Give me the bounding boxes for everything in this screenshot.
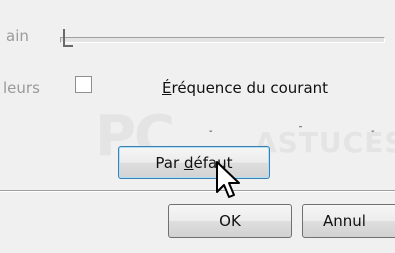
frequency-tick: - bbox=[209, 126, 213, 137]
frequency-tick: - bbox=[371, 126, 375, 137]
dialog-footer: OK Annul bbox=[0, 192, 395, 253]
frequence-label-text: réquence du courant bbox=[171, 79, 329, 97]
gain-slider-thumb-foot bbox=[63, 45, 73, 47]
frequency-tick: ˉ bbox=[298, 126, 303, 137]
settings-area: PC ASTUCES ain leurs Éréquence du couran… bbox=[0, 0, 395, 190]
default-button[interactable]: Par d éfaut bbox=[118, 146, 270, 179]
frequence-label: Éréquence du courant bbox=[162, 79, 328, 97]
arrow-cursor-icon bbox=[216, 161, 240, 198]
default-button-accelerator: d bbox=[183, 153, 194, 172]
gain-label: ain bbox=[6, 27, 29, 45]
cancel-button[interactable]: Annul bbox=[302, 204, 395, 238]
video-settings-dialog: PC ASTUCES ain leurs Éréquence du couran… bbox=[0, 0, 395, 253]
gain-slider-thumb[interactable] bbox=[63, 29, 69, 46]
ok-button[interactable]: OK bbox=[168, 204, 292, 238]
default-button-prefix: Par bbox=[155, 153, 180, 172]
couleurs-label: leurs bbox=[3, 79, 40, 97]
gain-slider-track[interactable] bbox=[60, 37, 385, 43]
couleurs-checkbox[interactable] bbox=[75, 76, 92, 93]
